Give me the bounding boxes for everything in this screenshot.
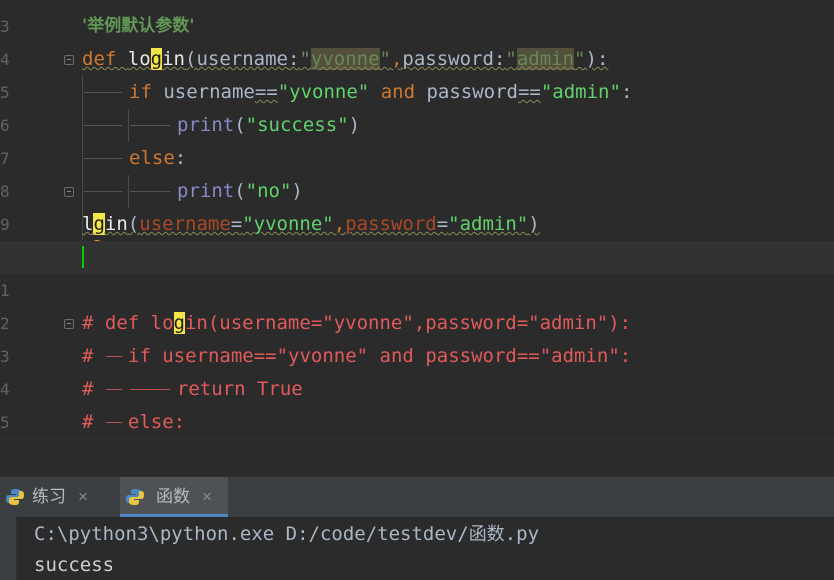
indent-guide bbox=[130, 125, 170, 126]
code-line[interactable]: def login(username:"yvonne",password:"ad… bbox=[0, 43, 834, 76]
current-line[interactable] bbox=[0, 241, 834, 274]
def-statement: def login(username:"yvonne",password:"ad… bbox=[82, 48, 609, 70]
comment-line: # else: bbox=[82, 411, 186, 433]
code-line[interactable]: print("no") bbox=[0, 175, 834, 208]
code-editor[interactable]: 3 4 5 6 7 8 9 0 1 2 3 4 5 '举例默认参数' def l… bbox=[0, 0, 834, 438]
code-line[interactable]: print("success") bbox=[0, 109, 834, 142]
run-toolbar bbox=[0, 516, 17, 580]
run-panel: 练习 × 函数 × C:\python3\python.exe D:/code/… bbox=[0, 476, 834, 580]
indent-guide bbox=[84, 125, 122, 126]
python-icon bbox=[126, 489, 144, 505]
print-statement: print("success") bbox=[177, 114, 361, 136]
if-statement: if username=="yvonne" and password=="adm… bbox=[129, 81, 633, 103]
code-line[interactable]: # if username=="yvonne" and password=="a… bbox=[0, 340, 834, 373]
indent-guide bbox=[130, 191, 170, 192]
comment-line: # def login(username="yvonne",password="… bbox=[82, 312, 632, 334]
run-command: C:\python3\python.exe D:/code/testdev/函数… bbox=[34, 523, 540, 545]
code-line[interactable]: else: bbox=[0, 142, 834, 175]
tab-functions[interactable]: 函数 × bbox=[120, 477, 228, 517]
tab-label: 练习 bbox=[32, 487, 66, 506]
tab-label: 函数 bbox=[156, 487, 190, 506]
function-call: l​gin(username="yvonne",password="admin"… bbox=[82, 208, 540, 252]
tab-practice[interactable]: 练习 × bbox=[0, 477, 100, 517]
code-line[interactable]: # def login(username="yvonne",password="… bbox=[0, 307, 834, 340]
run-output: success bbox=[34, 554, 115, 576]
comment-line: # return True bbox=[82, 378, 303, 400]
panel-divider bbox=[0, 438, 834, 477]
docstring: '举例默认参数' bbox=[82, 16, 195, 36]
code-line[interactable]: if username=="yvonne" and password=="adm… bbox=[0, 76, 834, 109]
run-tab-bar: 练习 × 函数 × bbox=[0, 476, 834, 518]
code-line[interactable]: '举例默认参数' bbox=[0, 10, 834, 43]
code-line[interactable]: # return True bbox=[0, 373, 834, 406]
indent-guide bbox=[84, 191, 122, 192]
code-line[interactable]: l​gin(username="yvonne",password="admin"… bbox=[0, 208, 834, 252]
indent-guide bbox=[84, 92, 122, 93]
python-icon bbox=[6, 489, 24, 505]
print-statement: print("no") bbox=[177, 180, 303, 202]
code-line[interactable]: # else: bbox=[0, 406, 834, 438]
close-icon[interactable]: × bbox=[78, 477, 88, 517]
indent-guide bbox=[84, 158, 122, 159]
text-caret bbox=[82, 246, 84, 268]
else-statement: else: bbox=[129, 147, 187, 169]
comment-line: # if username=="yvonne" and password=="a… bbox=[82, 345, 632, 367]
close-icon[interactable]: × bbox=[202, 477, 212, 517]
